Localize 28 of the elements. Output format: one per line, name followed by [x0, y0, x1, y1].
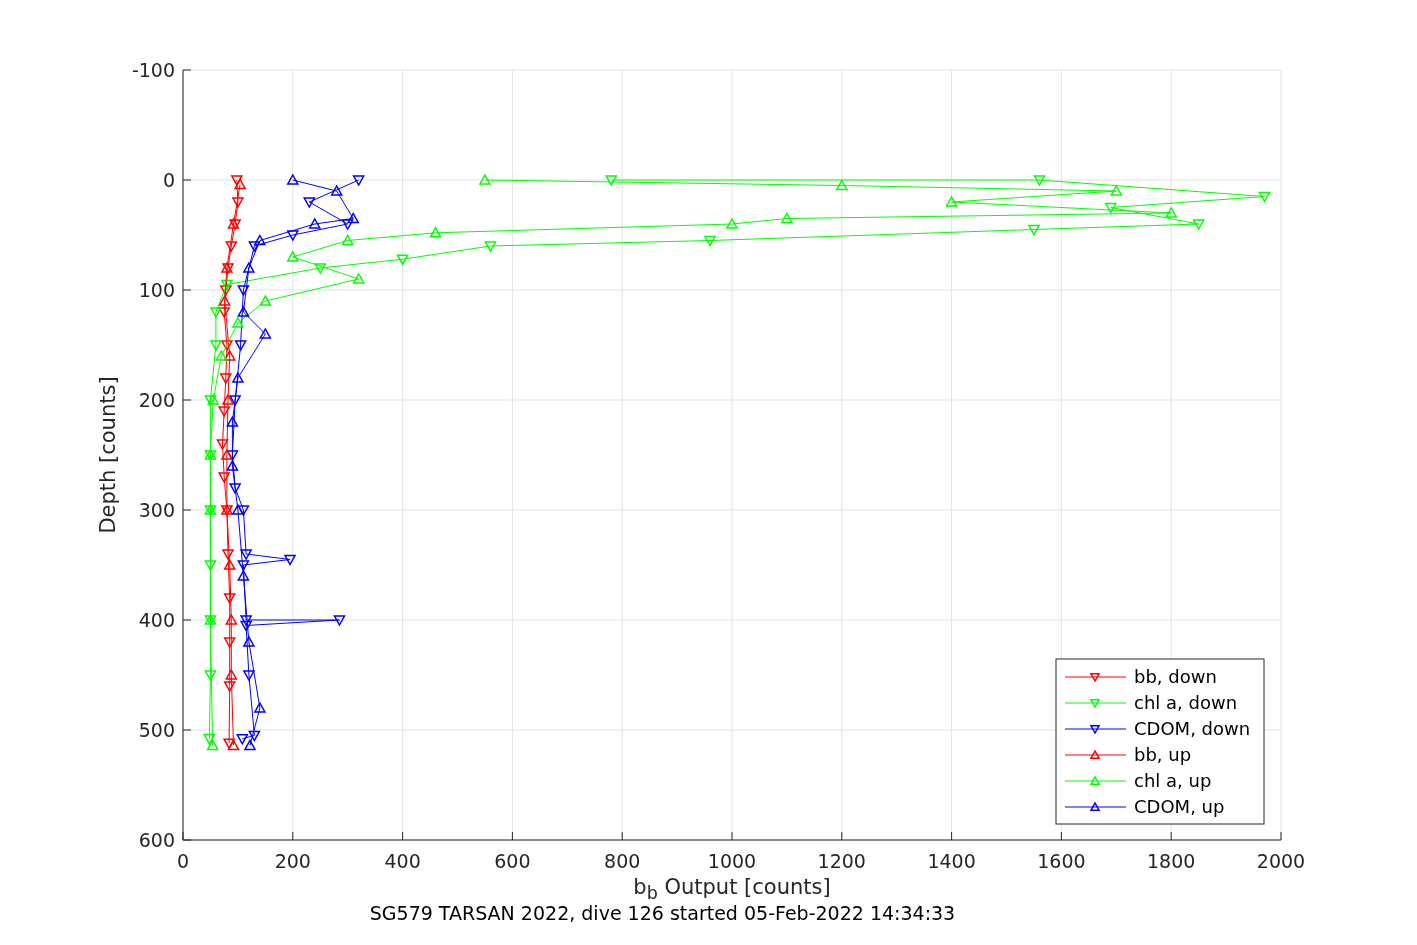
x-tick-label: 2000: [1256, 850, 1306, 872]
y-tick-label: 500: [138, 719, 175, 741]
y-tick-label: 200: [138, 389, 175, 411]
legend-label: bb, up: [1134, 744, 1192, 765]
y-tick-label: -100: [131, 59, 175, 81]
y-tick-label: 0: [162, 169, 175, 191]
x-tick-label: 1400: [927, 850, 976, 872]
y-tick-label: 300: [138, 499, 175, 521]
x-tick-label: 200: [274, 850, 311, 872]
x-tick-label: 400: [384, 850, 421, 872]
x-axis-label: b$_{b}$ Output [counts]: [633, 875, 831, 901]
legend-label: chl a, down: [1134, 692, 1238, 713]
x-tick-label: 0: [176, 850, 190, 872]
x-tick-label: 800: [604, 850, 641, 872]
x-tick-label: 1600: [1037, 850, 1086, 872]
legend-label: bb, down: [1134, 666, 1217, 687]
x-tick-label: 1800: [1147, 850, 1196, 872]
y-tick-label: 100: [138, 279, 175, 301]
x-tick-label: 600: [494, 850, 531, 872]
y-tick-label: 400: [138, 609, 175, 631]
x-tick-label: 1200: [817, 850, 866, 872]
legend-label: chl a, up: [1134, 770, 1212, 791]
legend-label: CDOM, down: [1134, 718, 1251, 739]
legend-label: CDOM, up: [1134, 796, 1225, 817]
chart-title: SG579 TARSAN 2022, dive 126 started 05-Feb-2022 14:34:33: [369, 901, 956, 926]
x-tick-label: 1000: [707, 850, 757, 872]
y-tick-label: 600: [138, 829, 175, 851]
y-axis-label: Depth [counts]: [96, 376, 120, 534]
